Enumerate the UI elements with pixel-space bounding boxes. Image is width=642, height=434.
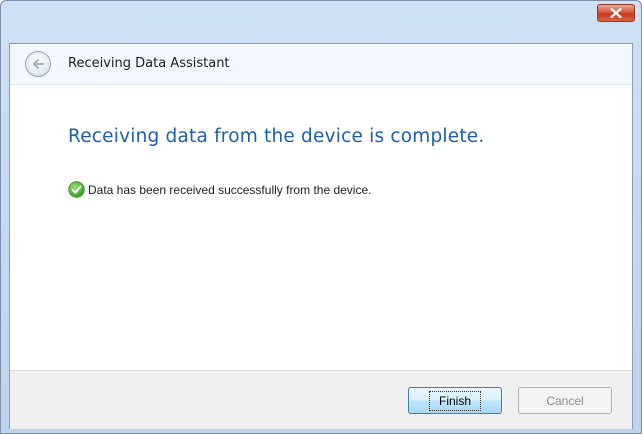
status-text: Data has been received successfully from…	[88, 182, 372, 197]
button-bar: Finish Cancel	[10, 370, 632, 429]
status-message: Data has been received successfully from…	[68, 181, 371, 198]
dialog-window: Receiving Data Assistant Receiving data …	[0, 0, 642, 434]
finish-button[interactable]: Finish	[408, 387, 502, 414]
cancel-button-label: Cancel	[546, 393, 584, 408]
wizard-title: Receiving Data Assistant	[68, 56, 230, 71]
cancel-button[interactable]: Cancel	[518, 387, 612, 414]
back-arrow-icon	[32, 58, 45, 70]
dialog-content: Receiving Data Assistant Receiving data …	[9, 43, 633, 429]
finish-button-label: Finish	[428, 390, 481, 411]
success-check-icon	[68, 181, 85, 198]
title-bar[interactable]	[1, 1, 641, 43]
wizard-header: Receiving Data Assistant	[10, 44, 632, 85]
page-heading: Receiving data from the device is comple…	[68, 126, 485, 147]
close-icon	[610, 8, 622, 18]
back-button[interactable]	[25, 51, 51, 77]
close-button[interactable]	[597, 4, 635, 22]
